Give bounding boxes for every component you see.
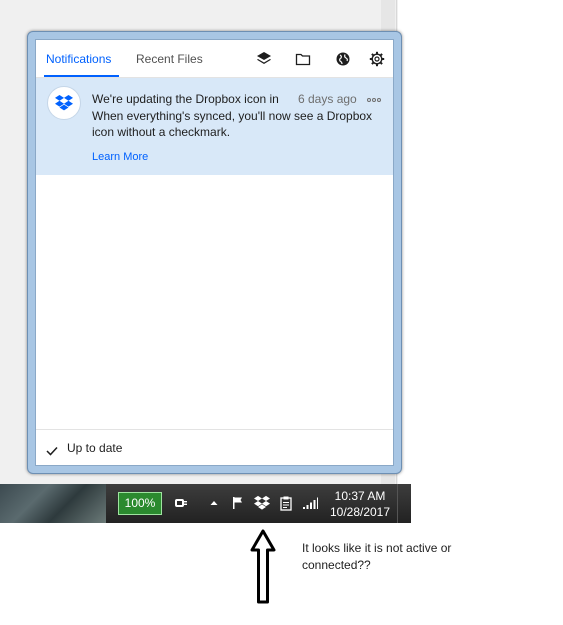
notification-time: 6 days ago	[298, 92, 357, 106]
power-plug-icon[interactable]	[173, 495, 189, 511]
show-hidden-icons-arrow[interactable]	[206, 495, 222, 511]
dropbox-popup: Notifications Recent Files We're updatin…	[27, 31, 402, 474]
folder-icon[interactable]	[295, 51, 311, 67]
tab-notifications[interactable]: Notifications	[46, 52, 111, 66]
dropbox-logo-avatar	[47, 86, 81, 120]
dropbox-tray-icon[interactable]	[254, 495, 270, 511]
clock-date: 10/28/2017	[329, 505, 391, 519]
tabs-row: Notifications Recent Files	[36, 40, 393, 78]
gear-icon[interactable]	[369, 51, 385, 67]
notification-title: We're updating the Dropbox icon in	[92, 92, 279, 106]
system-clock[interactable]: 10:37 AM 10/28/2017	[326, 488, 394, 520]
globe-icon[interactable]	[335, 51, 351, 67]
annotation-arrow	[250, 529, 276, 604]
clipboard-icon[interactable]	[278, 495, 294, 511]
battery-indicator[interactable]: 100%	[118, 492, 162, 515]
show-desktop-divider[interactable]	[397, 484, 398, 523]
action-center-flag-icon[interactable]	[230, 495, 246, 511]
sync-status-text: Up to date	[67, 441, 123, 455]
more-options-icon[interactable]	[366, 91, 382, 102]
notification-item[interactable]: We're updating the Dropbox icon in 6 day…	[36, 78, 393, 175]
notification-body: When everything's synced, you'll now see…	[92, 109, 373, 139]
sync-status-bar: Up to date	[36, 429, 393, 465]
dropbox-logo-icon	[55, 95, 73, 111]
active-tab-underline	[44, 75, 119, 77]
clock-time: 10:37 AM	[334, 489, 386, 503]
taskbar: 100% 10:37 AM 10/28/2017	[106, 484, 411, 523]
tab-recent-files[interactable]: Recent Files	[136, 52, 203, 66]
signal-bars-icon[interactable]	[302, 495, 318, 511]
annotation-text: It looks like it is not active or connec…	[302, 541, 452, 572]
checkmark-icon	[46, 443, 58, 461]
dropbox-layers-icon[interactable]	[256, 51, 272, 67]
learn-more-link[interactable]: Learn More	[92, 151, 148, 163]
dropbox-popup-content: Notifications Recent Files We're updatin…	[35, 39, 394, 466]
desktop-wallpaper	[0, 484, 106, 523]
